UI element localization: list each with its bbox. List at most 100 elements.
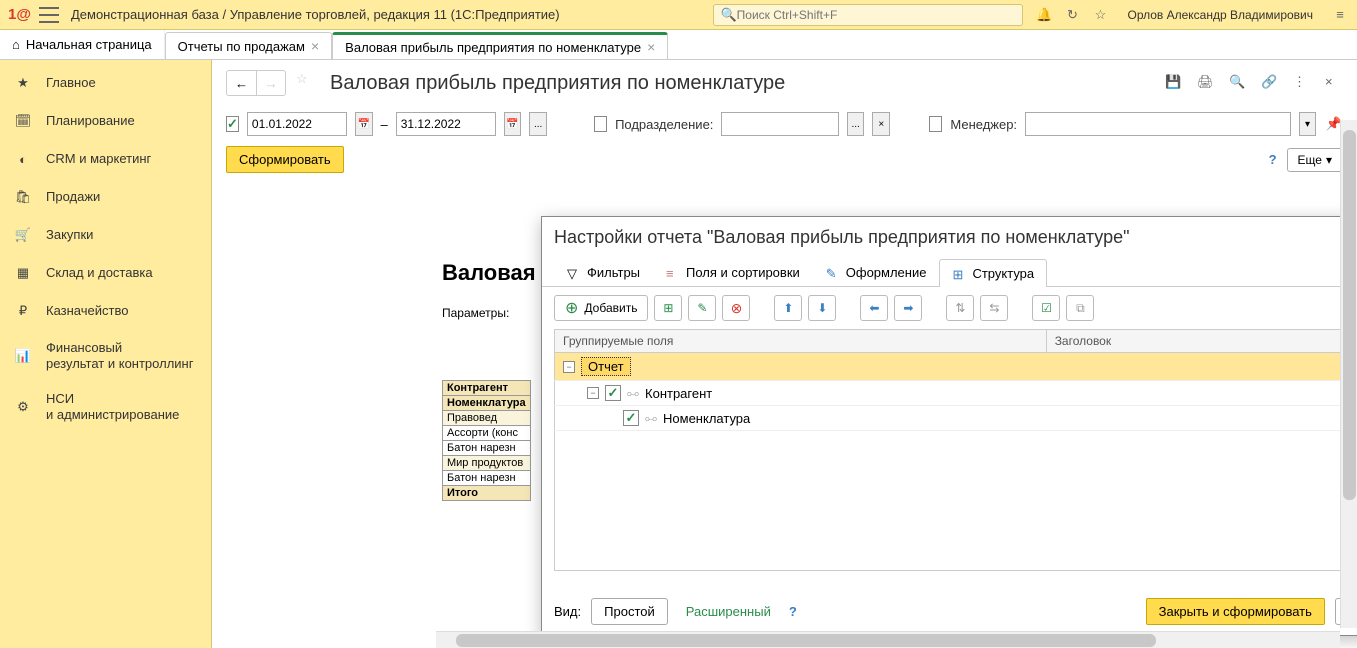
sidebar-item-crm[interactable]: ◐ CRM и маркетинг <box>0 140 211 178</box>
collapse-icon[interactable]: − <box>563 361 575 373</box>
collapse-icon[interactable]: − <box>587 387 599 399</box>
sidebar-item-admin[interactable]: ⚙ НСИ и администрирование <box>0 381 211 432</box>
favorite-button[interactable]: ☆ <box>296 71 320 95</box>
date-from-picker[interactable]: 📅 <box>355 112 373 136</box>
group-button[interactable]: ⊞ <box>654 295 682 321</box>
logo-1c: 1@ <box>8 6 31 23</box>
check-button[interactable]: ☑ <box>1032 295 1060 321</box>
dialog-title: Настройки отчета "Валовая прибыль предпр… <box>554 227 1357 248</box>
date-checkbox[interactable] <box>226 116 239 132</box>
sidebar-item-sales[interactable]: 🛍 Продажи <box>0 178 211 216</box>
content-header: ← → ☆ Валовая прибыль предприятия по ном… <box>212 60 1357 106</box>
back-button[interactable]: ← <box>226 70 256 96</box>
structure-table: Группируемые поля Заголовок ▽ ≡ ✎ − Отче… <box>554 329 1357 571</box>
sidebar-item-main[interactable]: ★ Главное <box>0 64 211 102</box>
close-icon[interactable]: × <box>647 39 655 55</box>
sidebar-item-purchases[interactable]: 🛒 Закупки <box>0 216 211 254</box>
more-button[interactable]: Еще ▾ <box>1287 148 1343 172</box>
node-label: Номенклатура <box>663 411 750 426</box>
date-to-input[interactable] <box>396 112 496 136</box>
more-icon[interactable]: ⋮ <box>1293 74 1311 92</box>
generate-button[interactable]: Сформировать <box>226 146 344 173</box>
settings-icon[interactable]: ≡ <box>1331 6 1349 24</box>
dtab-filters[interactable]: ▽ Фильтры <box>554 258 653 286</box>
help-icon[interactable]: ? <box>789 604 797 619</box>
node-checkbox[interactable] <box>605 385 621 401</box>
dtab-fields[interactable]: ≡ Поля и сортировки <box>653 258 813 286</box>
dept-ellipsis[interactable]: ... <box>847 112 865 136</box>
close-icon[interactable]: × <box>311 38 319 54</box>
move-down-button[interactable]: ⬇ <box>808 295 836 321</box>
node-label: Контрагент <box>645 386 712 401</box>
tree-root-row[interactable]: − Отчет <box>555 353 1357 381</box>
move-left-button[interactable]: ⬅ <box>860 295 888 321</box>
tab-label: Отчеты по продажам <box>178 39 305 54</box>
manager-dropdown[interactable]: ▾ <box>1299 112 1317 136</box>
sidebar-item-finance[interactable]: 📊 Финансовый результат и контроллинг <box>0 330 211 381</box>
search-input[interactable] <box>737 8 1017 22</box>
copy-button[interactable]: ⧉ <box>1066 295 1094 321</box>
navigation-tabs: ⌂ Начальная страница Отчеты по продажам … <box>0 30 1357 60</box>
delete-button[interactable]: ⊗ <box>722 295 750 321</box>
history-icon[interactable]: ↻ <box>1063 6 1081 24</box>
table-row: Правовед <box>443 411 531 426</box>
manager-input[interactable] <box>1025 112 1291 136</box>
node-checkbox[interactable] <box>623 410 639 426</box>
preview-icon[interactable]: 🔍 <box>1229 74 1247 92</box>
dept-checkbox[interactable] <box>594 116 607 132</box>
dept-clear[interactable]: × <box>872 112 890 136</box>
scroll-thumb[interactable] <box>456 634 1156 647</box>
dtab-styling[interactable]: ✎ Оформление <box>813 258 940 286</box>
tab-reports[interactable]: Отчеты по продажам × <box>165 32 333 59</box>
date-from-input[interactable] <box>247 112 347 136</box>
generate-bar: Сформировать ? Еще ▾ <box>212 142 1357 177</box>
sidebar-item-treasury[interactable]: ₽ Казначейство <box>0 292 211 330</box>
global-search[interactable]: 🔍 <box>713 4 1023 26</box>
date-ellipsis[interactable]: ... <box>529 112 547 136</box>
star-icon[interactable]: ☆ <box>1091 6 1109 24</box>
col-header: Заголовок <box>1046 330 1357 353</box>
home-tab[interactable]: ⌂ Начальная страница <box>0 30 165 59</box>
table-header: Номенклатура <box>443 396 531 411</box>
help-icon[interactable]: ? <box>1269 152 1277 167</box>
expand-button[interactable]: ⇅ <box>946 295 974 321</box>
table-row: Ассорти (конс <box>443 426 531 441</box>
tree-root-label: Отчет <box>581 357 631 376</box>
move-right-button[interactable]: ➡ <box>894 295 922 321</box>
dtab-structure[interactable]: ⊞ Структура <box>939 259 1047 287</box>
bell-icon[interactable]: 🔔 <box>1035 6 1053 24</box>
horizontal-scrollbar[interactable] <box>436 631 1340 648</box>
report-settings-dialog: Настройки отчета "Валовая прибыль предпр… <box>541 216 1357 636</box>
menu-burger[interactable] <box>39 7 59 23</box>
tree-node-row[interactable]: ⧟ Номенклатура <box>555 406 1357 431</box>
manager-label: Менеджер: <box>950 117 1017 132</box>
empty-area <box>555 431 1357 571</box>
edit-button[interactable]: ✎ <box>688 295 716 321</box>
forward-button[interactable]: → <box>256 70 286 96</box>
link-icon[interactable]: 🔗 <box>1261 74 1279 92</box>
view-advanced-link[interactable]: Расширенный <box>678 599 779 624</box>
dtab-label: Фильтры <box>587 265 640 280</box>
apply-close-button[interactable]: Закрыть и сформировать <box>1146 598 1325 625</box>
vertical-scrollbar[interactable] <box>1340 120 1357 628</box>
user-name[interactable]: Орлов Александр Владимирович <box>1127 8 1313 22</box>
manager-checkbox[interactable] <box>929 116 942 132</box>
table-row: Батон нарезн <box>443 441 531 456</box>
tab-gross-profit[interactable]: Валовая прибыль предприятия по номенклат… <box>332 32 668 59</box>
dept-input[interactable] <box>721 112 838 136</box>
sidebar-item-warehouse[interactable]: ▦ Склад и доставка <box>0 254 211 292</box>
sidebar-item-planning[interactable]: 🗓 Планирование <box>0 102 211 140</box>
add-button[interactable]: ⊕ Добавить <box>554 295 648 321</box>
close-page-icon[interactable]: × <box>1325 74 1343 92</box>
purchases-icon: 🛒 <box>14 226 32 244</box>
move-up-button[interactable]: ⬆ <box>774 295 802 321</box>
print-icon[interactable]: 🖨 <box>1197 74 1215 92</box>
dialog-header: Настройки отчета "Валовая прибыль предпр… <box>542 217 1357 258</box>
collapse-button[interactable]: ⇆ <box>980 295 1008 321</box>
tab-label: Валовая прибыль предприятия по номенклат… <box>345 40 641 55</box>
tree-node-row[interactable]: − ⧟ Контрагент <box>555 381 1357 406</box>
save-icon[interactable]: 💾 <box>1165 74 1183 92</box>
view-simple-button[interactable]: Простой <box>591 598 668 625</box>
scroll-thumb[interactable] <box>1343 130 1356 500</box>
date-to-picker[interactable]: 📅 <box>504 112 522 136</box>
